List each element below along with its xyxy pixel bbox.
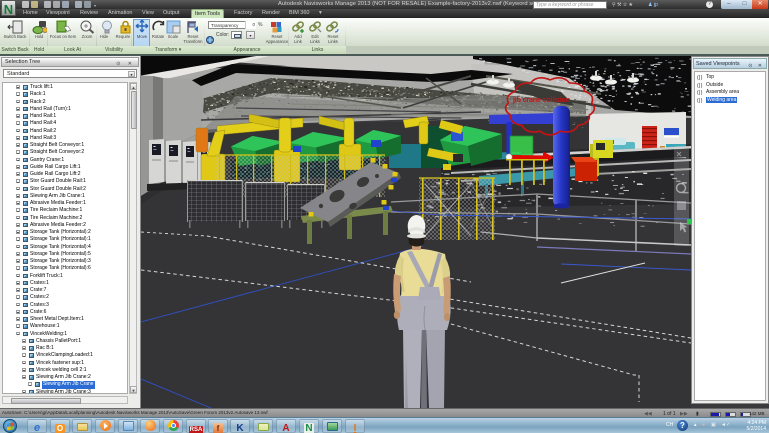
svg-text:jib crane collision: jib crane collision: [512, 95, 570, 104]
